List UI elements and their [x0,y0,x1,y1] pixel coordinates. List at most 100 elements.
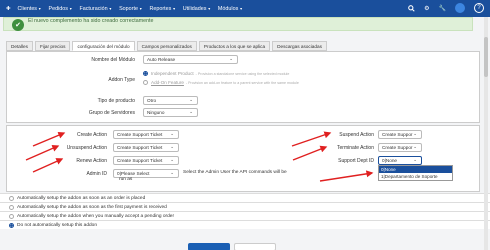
server-group-value: Ninguno [147,110,165,115]
search-icon[interactable] [408,3,415,13]
setup-option-order-placed[interactable]: Automatically setup the addon as soon as… [0,193,490,202]
tab-bar: Detalles Fijar precios configuración del… [6,41,329,51]
actions-panel: Create Action Create Support Ticket ⌄ Uns… [6,125,480,192]
success-message: El nuevo complemento ha sido creado corr… [28,18,154,24]
unsuspend-action-select[interactable]: Create Support Ticket ⌄ [113,143,179,152]
nav-facturacion-label: Facturación [79,5,108,12]
terminate-action-value: Create Suppor [382,145,413,150]
admin-id-help: Select the Admin User the API commands w… [119,170,287,182]
module-name-label: Nombre del Módulo [91,57,135,63]
terminate-action-select[interactable]: Create Suppor ⌄ [378,143,422,152]
radio-button[interactable] [9,204,14,210]
renew-action-select[interactable]: Create Support Ticket ⌄ [113,156,179,165]
tab-configuracion-modulo[interactable]: configuración del módulo [72,41,135,51]
nav-utilidades[interactable]: Utilidades▼ [183,6,211,12]
radio-button[interactable] [9,213,14,219]
product-type-value: Otro [147,98,157,103]
setup-option-label: Automatically setup the addon as soon as… [17,195,146,201]
admin-id-label: Admin ID [86,171,107,177]
support-dept-dropdown: 0|None 1|Departamento de Soporte [378,165,453,181]
radio-button[interactable] [143,80,148,85]
tab-campos-personalizados[interactable]: Campos personalizados [136,41,197,51]
product-type-select[interactable]: Otro ⌄ [143,96,198,105]
dropdown-option-soporte[interactable]: 1|Departamento de Soporte [379,173,452,180]
tab-detalles[interactable]: Detalles [6,41,33,51]
chevron-down-icon: ⌄ [413,157,417,162]
chevron-down-icon: ▼ [38,6,42,11]
tab-descargas-asociadas[interactable]: Descargas asociadas [272,41,327,51]
module-settings-panel: Nombre del Módulo Auto Release ⌄ Addon Ty… [6,51,480,123]
setup-option-label: Automatically setup the addon as soon as… [17,204,167,210]
nav-facturacion[interactable]: Facturación▼ [79,6,112,12]
setup-option-first-payment[interactable]: Automatically setup the addon as soon as… [0,202,490,211]
chevron-down-icon: ▼ [172,6,176,11]
product-type-label: Tipo de producto [97,98,135,104]
addon-type-feature-label: Add-On Feature [151,80,184,85]
setup-option-manual-accept[interactable]: Automatically setup the addon when you m… [0,211,490,220]
server-group-label: Grupo de Servidores [88,110,135,116]
wrench-icon[interactable]: 🔧 [439,3,446,13]
module-name-select[interactable]: Auto Release ⌄ [143,55,238,64]
nav-clientes-label: Clientes [17,5,38,12]
create-action-select[interactable]: Create Support Ticket ⌄ [113,130,179,139]
chevron-down-icon: ⌄ [413,131,417,136]
top-navigation: ✚ Clientes▼ Pedidos▼ Facturación▼ Soport… [0,0,490,17]
save-button[interactable] [188,243,230,250]
chevron-down-icon: ▼ [239,6,243,11]
nav-clientes[interactable]: Clientes▼ [18,6,42,12]
suspend-action-select[interactable]: Create Suppor ⌄ [378,130,422,139]
create-action-value: Create Support Ticket [117,132,163,137]
chevron-down-icon: ⌄ [229,56,233,61]
chevron-down-icon: ▼ [138,6,143,11]
nav-reportes-label: Reportes [149,5,172,12]
cog-icon[interactable]: ⚙ [424,3,429,13]
addon-type-label: Addon Type [108,77,135,83]
setup-option-label: Do not automatically setup this addon [17,222,97,228]
addon-type-feature[interactable]: Add-On Feature - Provision an add-on fea… [143,80,299,85]
radio-button[interactable] [9,222,14,228]
addon-type-independent-label: Independent Product [151,71,194,76]
success-alert: ✔ El nuevo complemento ha sido creado co… [3,17,473,31]
chevron-down-icon: ⌄ [170,144,174,149]
chevron-down-icon: ⌄ [189,109,193,114]
suspend-action-value: Create Suppor [382,132,413,137]
scrollbar-thumb[interactable] [484,37,488,77]
nav-utilidades-label: Utilidades [182,5,207,12]
chevron-down-icon: ▼ [207,6,211,11]
addon-type-feature-hint: - Provision an add-on feature to a paren… [185,80,299,85]
cancel-button[interactable] [234,243,276,250]
form-buttons [188,243,280,250]
terminate-action-label: Terminate Action [337,145,374,151]
setup-option-no-auto[interactable]: Do not automatically setup this addon [0,220,490,229]
nav-menu: ✚ Clientes▼ Pedidos▼ Facturación▼ Soport… [0,6,250,12]
avatar-circle [455,3,465,13]
nav-add[interactable]: ✚ [6,6,11,12]
scrollbar[interactable] [484,17,488,250]
addon-type-independent[interactable]: Independent Product - Provision a standa… [143,71,289,76]
nav-soporte-label: Soporte [119,5,138,12]
suspend-action-label: Suspend Action [339,132,374,138]
help-icon[interactable]: ? [474,3,484,13]
radio-button[interactable] [9,195,14,201]
nav-pedidos-label: Pedidos [48,5,68,12]
module-name-value: Auto Release [147,57,176,62]
renew-action-value: Create Support Ticket [117,158,163,163]
dropdown-option-none[interactable]: 0|None [379,166,452,173]
nav-modulos[interactable]: Módulos▼ [218,6,243,12]
radio-button[interactable] [143,71,148,76]
support-dept-select[interactable]: 0|None ⌄ [378,156,422,165]
nav-soporte[interactable]: Soporte▼ [119,6,142,12]
tab-fijar-precios[interactable]: Fijar precios [34,41,71,51]
chevron-down-icon: ⌄ [413,144,417,149]
addon-type-independent-hint: - Provision a standalone service using t… [195,71,290,76]
server-group-select[interactable]: Ninguno ⌄ [143,108,198,117]
tab-productos-aplica[interactable]: Productos a los que se aplica [198,41,271,51]
unsuspend-action-value: Create Support Ticket [117,145,163,150]
nav-icon-group: ⚙ 🔧 ? [399,3,484,13]
support-dept-value: 0|None [382,158,398,163]
avatar[interactable] [455,3,465,13]
unsuspend-action-label: Unsuspend Action [66,145,107,151]
nav-reportes[interactable]: Reportes▼ [149,6,175,12]
nav-pedidos[interactable]: Pedidos▼ [48,6,72,12]
check-circle-icon: ✔ [12,19,24,31]
